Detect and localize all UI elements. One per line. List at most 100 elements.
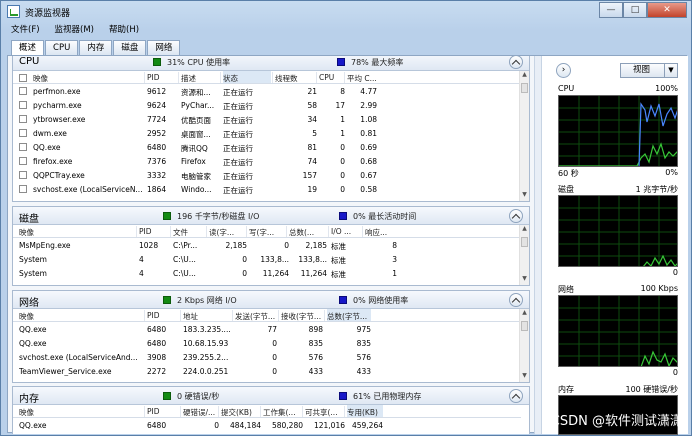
column-header[interactable]: 可共享(...	[305, 407, 345, 418]
table-row[interactable]: QQPCTray.exe 3332 电脑管家 正在运行 157 0 0.67	[13, 168, 521, 182]
table-cell: 0.67	[360, 171, 377, 180]
row-checkbox[interactable]	[19, 129, 27, 137]
table-row[interactable]: QQ.exe 6480 0 484,184 580,280 121,016 459,264	[13, 418, 521, 432]
disk-activity-table: 映像 PID 文件 读(字... 写(字... 总数(... I/O ... 响应... MsM…	[13, 225, 521, 280]
column-header[interactable]: 读(字...	[209, 227, 247, 238]
tab-disk[interactable]: 磁盘	[113, 40, 147, 55]
menu-monitor[interactable]: 监视器(M)	[49, 23, 103, 37]
pane-splitter[interactable]	[534, 56, 542, 434]
disk-scrollbar[interactable]: ▲ ▼	[519, 225, 529, 285]
column-header[interactable]: PID	[147, 407, 177, 416]
table-cell: 121,016	[313, 421, 345, 430]
menu-file[interactable]: 文件(F)	[5, 23, 49, 37]
minimize-button[interactable]: —	[599, 2, 623, 18]
column-header[interactable]: I/O ...	[331, 227, 363, 236]
disk-active-text: 0% 最长活动时间	[353, 212, 417, 221]
column-header[interactable]: 文件	[173, 227, 207, 238]
column-header[interactable]: 平均 C...	[347, 73, 377, 84]
cpu-scrollbar[interactable]: ▲ ▼	[519, 71, 529, 201]
column-header[interactable]: 映像	[19, 311, 143, 322]
column-header[interactable]: 映像	[33, 73, 145, 84]
column-header[interactable]: 专用(KB)	[347, 405, 383, 417]
column-header[interactable]: 发送(字节...	[235, 311, 277, 322]
disk-graph	[558, 195, 678, 267]
collapse-chevron-icon[interactable]	[509, 293, 523, 307]
table-row[interactable]: QQ.exe 6480 腾讯QQ 正在运行 81 0 0.69	[13, 140, 521, 154]
row-checkbox[interactable]	[19, 143, 27, 151]
tab-overview[interactable]: 概述	[11, 40, 45, 56]
tab-network[interactable]: 网络	[147, 40, 181, 55]
column-header[interactable]: PID	[139, 227, 169, 236]
tab-cpu[interactable]: CPU	[45, 40, 79, 55]
row-checkbox[interactable]	[19, 185, 27, 193]
table-cell: 正在运行	[223, 102, 253, 111]
table-row[interactable]: dwm.exe 2952 桌面窗... 正在运行 5 1 0.81	[13, 126, 521, 140]
network-util-text: 0% 网络使用率	[353, 296, 409, 305]
row-checkbox[interactable]	[19, 115, 27, 123]
disk-section-header[interactable]: 磁盘 196 千字节/秒磁盘 I/O 0% 最长活动时间	[13, 207, 529, 225]
table-cell: 6480	[147, 325, 167, 334]
graph-label: 磁盘	[558, 185, 574, 194]
table-row[interactable]: QQ.exe 6480 183.3.235.... 77 898 975	[13, 322, 521, 336]
table-cell: 133,8...	[298, 255, 327, 264]
tab-bar: 概述 CPU 内存 磁盘 网络	[11, 40, 181, 56]
column-header[interactable]: 总数(...	[289, 227, 327, 238]
view-dropdown-arrow-icon[interactable]: ▼	[664, 63, 678, 78]
cpu-process-table: 映像 PID 描述 状态 线程数 CPU 平均 C... perfmon.exe 9612 资源和…	[13, 71, 521, 196]
column-header[interactable]: CPU	[319, 73, 345, 82]
table-cell: 0	[284, 241, 289, 250]
table-row[interactable]: pycharm.exe 9624 PyChar... 正在运行 58 17 2.99	[13, 98, 521, 112]
network-section-header[interactable]: 网络 2 Kbps 网络 I/O 0% 网络使用率	[13, 291, 529, 309]
column-header[interactable]: PID	[147, 73, 177, 82]
table-cell: 2.99	[360, 101, 377, 110]
table-cell: TeamViewer_Service.exe	[19, 367, 112, 376]
row-checkbox[interactable]	[19, 157, 27, 165]
collapse-chevron-icon[interactable]	[509, 56, 523, 69]
collapse-chevron-icon[interactable]	[509, 389, 523, 403]
watermark: CSDN @软件测试潇潇	[550, 414, 683, 429]
column-header[interactable]: 接收(字节...	[281, 311, 323, 322]
column-header[interactable]: PID	[147, 311, 179, 320]
column-header[interactable]: 映像	[19, 407, 143, 418]
column-header[interactable]: 线程数	[275, 73, 317, 84]
column-header[interactable]: 映像	[19, 227, 135, 238]
network-scrollbar[interactable]: ▲ ▼	[519, 309, 529, 382]
table-row[interactable]: System 4 C:\U... 0 11,264 11,264 标准 1	[13, 266, 521, 280]
table-row[interactable]: TeamViewer_Service.exe 2272 224.0.0.251 0 43…	[13, 364, 521, 378]
column-header[interactable]: 写(字...	[249, 227, 289, 238]
column-header[interactable]: 描述	[181, 73, 219, 84]
memory-used-color-icon	[339, 392, 347, 400]
table-row[interactable]: ytbrowser.exe 7724 优酷页面 正在运行 34 1 1.08	[13, 112, 521, 126]
column-header[interactable]: 提交(KB)	[221, 407, 261, 418]
cpu-section-header[interactable]: CPU 31% CPU 使用率 78% 最大频率	[13, 56, 529, 71]
column-header[interactable]: 硬错误/...	[183, 407, 219, 418]
maximize-button[interactable]: □	[623, 2, 647, 18]
table-row[interactable]: System 4 C:\U... 0 133,8... 133,8... 标准 3	[13, 252, 521, 266]
row-checkbox[interactable]	[19, 101, 27, 109]
row-checkbox[interactable]	[19, 171, 27, 179]
table-row[interactable]: MsMpEng.exe 1028 C:\Pr... 2,185 0 2,185 标准 8	[13, 238, 521, 252]
table-row[interactable]: QQ.exe 6480 10.68.15.93 0 835 835	[13, 336, 521, 350]
memory-section-header[interactable]: 内存 0 硬错误/秒 61% 已用物理内存	[13, 387, 529, 405]
row-checkbox[interactable]	[19, 87, 27, 95]
collapse-chevron-icon[interactable]	[509, 209, 523, 223]
tab-memory[interactable]: 内存	[79, 40, 113, 55]
section-title: 内存	[19, 394, 39, 405]
column-header[interactable]: 地址	[183, 311, 231, 322]
expand-chevron-icon[interactable]: ›	[556, 63, 571, 78]
table-cell: 0.58	[360, 185, 377, 194]
column-header[interactable]: 总数(字节...	[327, 309, 371, 321]
table-header-row: 映像 PID 地址 发送(字节... 接收(字节... 总数(字节...	[13, 309, 521, 322]
table-cell: 74	[307, 157, 317, 166]
table-row[interactable]: firefox.exe 7376 Firefox 正在运行 74 0 0.68	[13, 154, 521, 168]
column-header[interactable]: 响应...	[365, 227, 397, 238]
close-button[interactable]: ✕	[647, 2, 687, 18]
column-header[interactable]: 状态	[223, 71, 271, 83]
menu-help[interactable]: 帮助(H)	[103, 23, 148, 37]
table-row[interactable]: svchost.exe (LocalServiceAnd... 3908 239.2…	[13, 350, 521, 364]
select-all-checkbox[interactable]	[19, 74, 27, 82]
table-row[interactable]: svchost.exe (LocalServiceN... 1864 Windo..…	[13, 182, 521, 196]
column-header[interactable]: 工作集(...	[263, 407, 303, 418]
table-cell: perfmon.exe	[33, 87, 81, 96]
table-row[interactable]: perfmon.exe 9612 资源和... 正在运行 21 8 4.77	[13, 84, 521, 98]
